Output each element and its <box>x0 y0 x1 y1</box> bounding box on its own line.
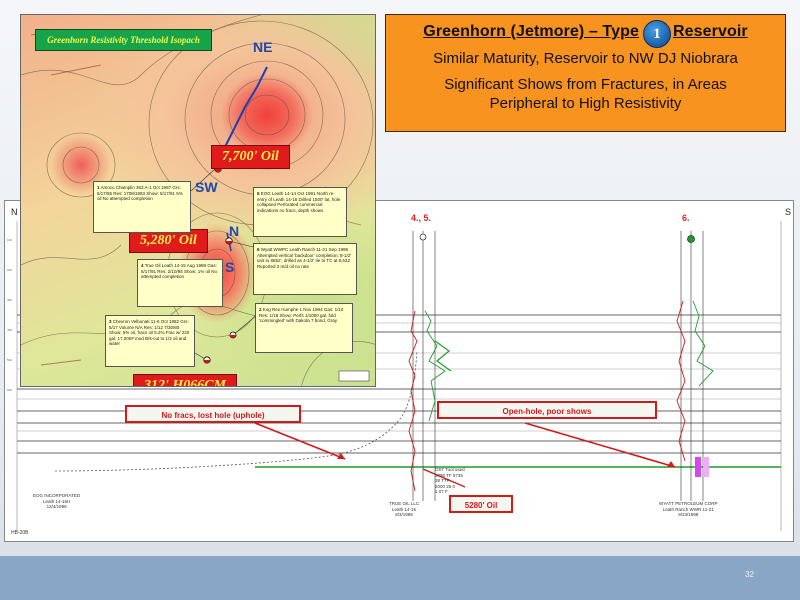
compass-ne-label: NE <box>253 39 273 55</box>
well-caption-line: EOG INCORPORATED <box>33 493 81 498</box>
svg-text:400: 400 <box>7 328 12 332</box>
dst-note-line: OST Tool used <box>435 467 465 472</box>
slide-title-box: Greenhorn (Jetmore) – Type Reservoir 1 Si… <box>385 14 786 132</box>
callout-number: 2 <box>259 307 262 312</box>
cross-section-north-label: N <box>11 207 18 217</box>
callout-number: 5 <box>257 191 260 196</box>
title-left-text: Greenhorn (Jetmore) – Type <box>423 23 639 40</box>
callout-text: Wyatt WWPC Leath Ranch 11-21 Sep 1998 At… <box>257 247 352 269</box>
svg-text:600: 600 <box>7 388 12 392</box>
well-caption-line: WYATT PETROLEUM CORP <box>659 501 718 506</box>
well-number-6: 6. <box>682 213 690 223</box>
well-callout-1: 1 Amoco Champlin 363 A-1 Oct 1987 Grs: 5… <box>93 181 191 233</box>
well-caption-line: TRUE OIL LLC <box>389 501 420 506</box>
compass-s-label: S <box>225 259 235 275</box>
well-caption-middle: TRUE OIL LLC Leath 14-15 8/3/1998 <box>389 501 419 518</box>
resistivity-isopach-map: Greenhorn Resistivity Threshold Isopach … <box>20 14 376 387</box>
callout-number: 6 <box>257 247 260 252</box>
subtitle-shows: Significant Shows from Fractures, in Are… <box>386 75 785 113</box>
callout-number: 3 <box>109 319 112 324</box>
cross-section-corner-label: HB-20B <box>11 530 29 536</box>
svg-text:500: 500 <box>7 358 12 362</box>
well-callout-2: 2 Kog Rex Humphe 1 Nov 1984 Gas: 1/10 Re… <box>255 303 353 353</box>
callout-number: 4 <box>141 263 144 268</box>
no-fracs-annotation: No fracs, lost hole (uphole) <box>125 405 301 423</box>
callout-text: Kog Rex Humphe 1 Nov 1984 Gas: 1/10 Res:… <box>259 307 344 323</box>
svg-text:200: 200 <box>7 268 12 272</box>
cross-section-south-label: S <box>785 207 792 217</box>
dst-note: OST Tool used 5795 TF 5735 38 TTF 2000 2… <box>435 467 465 495</box>
compass-n-label: N <box>229 223 240 239</box>
well-caption-line: 8/3/1998 <box>395 512 413 517</box>
compass-sw-label: SW <box>195 179 218 195</box>
slide-title: Greenhorn (Jetmore) – Type Reservoir <box>386 23 785 41</box>
svg-text:100: 100 <box>7 238 12 242</box>
oil-tag-312: 312' H066CM <box>133 374 238 386</box>
well-caption-left: EOG INCORPORATED Leath 14-15H 12/4/1998 <box>33 493 80 510</box>
well-caption-line: 9/23/1998 <box>678 512 699 517</box>
svg-text:300: 300 <box>7 298 12 302</box>
subtitle-shows-line2: Peripheral to High Resistivity <box>489 95 682 112</box>
subtitle-shows-line1: Significant Shows from Fractures, in Are… <box>444 76 727 93</box>
dst-note-line: 1 07 F <box>435 489 448 494</box>
well-caption-line: 12/4/1998 <box>46 504 67 509</box>
oil-tag-7700: 7,700' Oil <box>211 145 290 169</box>
callout-text: Chevron Velbonati 11-6 Oct 1982 Grs: 5/1… <box>109 319 190 346</box>
footer-bar <box>0 556 800 600</box>
title-right-text: Reservoir <box>672 23 748 40</box>
well-callout-5: 5 EOG Leath 14-14 Oct 1991 North re-entr… <box>253 187 347 237</box>
reservoir-type-badge: 1 <box>643 20 671 48</box>
page-number: 32 <box>745 570 754 579</box>
callout-text: EOG Leath 14-14 Oct 1991 North re-entry … <box>257 191 341 213</box>
well-callout-6: 6 Wyatt WWPC Leath Ranch 11-21 Sep 1998 … <box>253 243 357 295</box>
open-hole-annotation: Open-hole, poor shows <box>437 401 657 419</box>
oil-5280-annotation: 5280' Oil <box>449 495 513 513</box>
callout-text: Amoco Champlin 363 A-1 Oct 1987 Grs: 5/1… <box>97 185 183 201</box>
subtitle-maturity: Similar Maturity, Reservoir to NW DJ Nio… <box>433 50 738 67</box>
callout-number: 1 <box>97 185 100 190</box>
well-number-4-5: 4., 5. <box>411 213 432 223</box>
well-callout-4: 4 True Oil Leath 14-15 Aug 1998 Gas: 5/1… <box>137 259 223 307</box>
well-caption-right: WYATT PETROLEUM CORP Leath Ranch WWR 11-… <box>659 501 718 518</box>
callout-text: True Oil Leath 14-15 Aug 1998 Gas: 5/17/… <box>141 263 218 279</box>
map-title: Greenhorn Resistivity Threshold Isopach <box>35 29 212 51</box>
well-callout-3: 3 Chevron Velbonati 11-6 Oct 1982 Grs: 5… <box>105 315 195 367</box>
